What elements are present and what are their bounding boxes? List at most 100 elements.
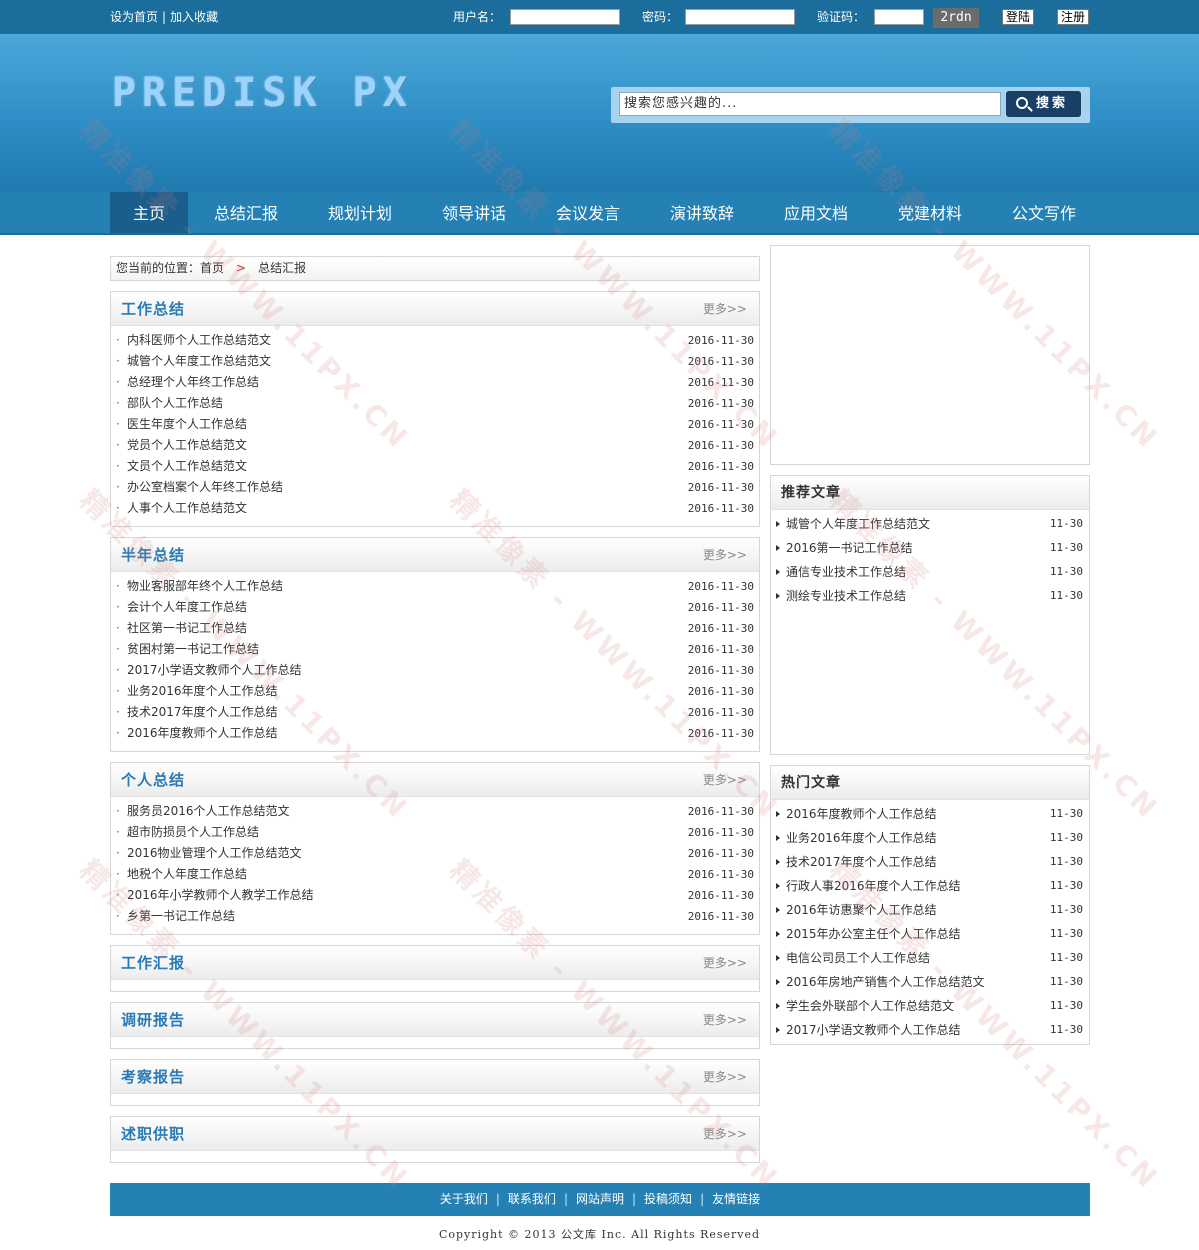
article-link[interactable]: 2017小学语文教师个人工作总结 xyxy=(786,1018,961,1042)
breadcrumb-separator: > xyxy=(236,261,247,275)
footer-link-submission[interactable]: 投稿须知 xyxy=(644,1192,692,1206)
more-link[interactable]: 更多>> xyxy=(703,538,747,572)
nav-item-party-materials[interactable]: 党建材料 xyxy=(884,192,976,233)
nav-item-official-writing[interactable]: 公文写作 xyxy=(998,192,1090,233)
article-date: 11-30 xyxy=(1049,807,1083,820)
article-link[interactable]: 办公室档案个人年终工作总结 xyxy=(127,477,283,498)
article-link[interactable]: 医生年度个人工作总结 xyxy=(127,414,247,435)
password-field[interactable] xyxy=(685,9,795,25)
more-link[interactable]: 更多>> xyxy=(703,1060,747,1094)
section-title[interactable]: 工作总结 xyxy=(121,292,185,326)
section-title[interactable]: 工作汇报 xyxy=(121,946,185,980)
more-link[interactable]: 更多>> xyxy=(703,763,747,797)
more-link[interactable]: 更多>> xyxy=(703,946,747,980)
article-link[interactable]: 党员个人工作总结范文 xyxy=(127,435,247,456)
section-title[interactable]: 述职供职 xyxy=(121,1117,185,1151)
list-item: · 2016年小学教师个人教学工作总结 2016-11-30 xyxy=(116,885,754,906)
login-button[interactable]: 登陆 xyxy=(1002,9,1034,25)
article-link[interactable]: 2016年访惠聚个人工作总结 xyxy=(786,898,937,922)
article-link[interactable]: 2017小学语文教师个人工作总结 xyxy=(127,660,302,681)
article-link[interactable]: 总经理个人年终工作总结 xyxy=(127,372,259,393)
article-link[interactable]: 2015年办公室主任个人工作总结 xyxy=(786,922,961,946)
article-link[interactable]: 2016年度教师个人工作总结 xyxy=(127,723,278,744)
article-link[interactable]: 业务2016年度个人工作总结 xyxy=(786,826,937,850)
footer-link-statement[interactable]: 网站声明 xyxy=(576,1192,624,1206)
more-link[interactable]: 更多>> xyxy=(703,1117,747,1151)
nav-item-planning[interactable]: 规划计划 xyxy=(314,192,406,233)
list-item: · 人事个人工作总结范文 2016-11-30 xyxy=(116,498,754,519)
list-item: 行政人事2016年度个人工作总结 11-30 xyxy=(776,874,1083,898)
list-item: · 乡第一书记工作总结 2016-11-30 xyxy=(116,906,754,927)
article-link[interactable]: 2016第一书记工作总结 xyxy=(786,536,913,560)
article-link[interactable]: 会计个人年度工作总结 xyxy=(127,597,247,618)
footer-link-contact[interactable]: 联系我们 xyxy=(508,1192,556,1206)
nav-item-leader-speech[interactable]: 领导讲话 xyxy=(428,192,520,233)
article-link[interactable]: 文员个人工作总结范文 xyxy=(127,456,247,477)
list-item: · 城管个人年度工作总结范文 2016-11-30 xyxy=(116,351,754,372)
register-button[interactable]: 注册 xyxy=(1057,9,1089,25)
article-link[interactable]: 2016年小学教师个人教学工作总结 xyxy=(127,885,314,906)
article-date: 2016-11-30 xyxy=(687,727,754,740)
section-title[interactable]: 考察报告 xyxy=(121,1060,185,1094)
add-favorite-link[interactable]: 加入收藏 xyxy=(170,10,218,24)
triangle-bullet-icon xyxy=(776,883,780,889)
footer-link-friends[interactable]: 友情链接 xyxy=(712,1192,760,1206)
nav-item-summary[interactable]: 总结汇报 xyxy=(200,192,292,233)
article-link[interactable]: 技术2017年度个人工作总结 xyxy=(127,702,278,723)
breadcrumb-home[interactable]: 首页 xyxy=(200,261,224,275)
username-field[interactable] xyxy=(510,9,620,25)
site-logo[interactable]: PREDISK PX xyxy=(112,70,413,116)
bullet: · xyxy=(116,804,120,818)
section-title[interactable]: 调研报告 xyxy=(121,1003,185,1037)
article-link[interactable]: 行政人事2016年度个人工作总结 xyxy=(786,874,961,898)
set-home-link[interactable]: 设为首页 xyxy=(110,10,158,24)
triangle-bullet-icon xyxy=(776,1003,780,1009)
article-link[interactable]: 乡第一书记工作总结 xyxy=(127,906,235,927)
article-link[interactable]: 贫困村第一书记工作总结 xyxy=(127,639,259,660)
article-link[interactable]: 测绘专业技术工作总结 xyxy=(786,584,906,608)
section-title[interactable]: 半年总结 xyxy=(121,538,185,572)
article-link[interactable]: 超市防损员个人工作总结 xyxy=(127,822,259,843)
article-date: 11-30 xyxy=(1049,855,1083,868)
article-link[interactable]: 电信公司员工个人工作总结 xyxy=(786,946,930,970)
section-header: 调研报告 更多>> xyxy=(111,1003,759,1037)
article-date: 2016-11-30 xyxy=(687,376,754,389)
list-item: 2016年访惠聚个人工作总结 11-30 xyxy=(776,898,1083,922)
article-link[interactable]: 物业客服部年终个人工作总结 xyxy=(127,576,283,597)
article-link[interactable]: 通信专业技术工作总结 xyxy=(786,560,906,584)
section-header: 述职供职 更多>> xyxy=(111,1117,759,1151)
section-half-year-summary: 半年总结 更多>> · 物业客服部年终个人工作总结 2016-11-30 · 会计个人… xyxy=(110,537,760,752)
breadcrumb-current[interactable]: 总结汇报 xyxy=(258,261,306,275)
list-item: · 部队个人工作总结 2016-11-30 xyxy=(116,393,754,414)
article-link[interactable]: 2016物业管理个人工作总结范文 xyxy=(127,843,302,864)
article-link[interactable]: 部队个人工作总结 xyxy=(127,393,223,414)
triangle-bullet-icon xyxy=(776,835,780,841)
search-button[interactable]: 搜索 xyxy=(1006,91,1081,117)
captcha-field[interactable] xyxy=(874,9,924,25)
article-link[interactable]: 学生会外联部个人工作总结范文 xyxy=(786,994,954,1018)
article-link[interactable]: 人事个人工作总结范文 xyxy=(127,498,247,519)
section-header: 个人总结 更多>> xyxy=(111,763,759,797)
search-input[interactable]: 搜索您感兴趣的... xyxy=(619,92,1001,116)
article-link[interactable]: 内科医师个人工作总结范文 xyxy=(127,330,271,351)
article-link[interactable]: 2016年度教师个人工作总结 xyxy=(786,802,937,826)
article-link[interactable]: 服务员2016个人工作总结范文 xyxy=(127,801,290,822)
article-link[interactable]: 地税个人年度工作总结 xyxy=(127,864,247,885)
nav-item-addresses[interactable]: 演讲致辞 xyxy=(656,192,748,233)
section-title[interactable]: 个人总结 xyxy=(121,763,185,797)
article-link[interactable]: 业务2016年度个人工作总结 xyxy=(127,681,278,702)
footer-link-about[interactable]: 关于我们 xyxy=(440,1192,488,1206)
captcha-image[interactable]: 2rdn xyxy=(933,8,979,28)
nav-item-documents[interactable]: 应用文档 xyxy=(770,192,862,233)
article-link[interactable]: 社区第一书记工作总结 xyxy=(127,618,247,639)
more-link[interactable]: 更多>> xyxy=(703,1003,747,1037)
nav-item-meeting-speech[interactable]: 会议发言 xyxy=(542,192,634,233)
article-link[interactable]: 城管个人年度工作总结范文 xyxy=(786,512,930,536)
more-link[interactable]: 更多>> xyxy=(703,292,747,326)
nav-item-home[interactable]: 主页 xyxy=(110,192,188,233)
article-date: 2016-11-30 xyxy=(687,334,754,347)
article-link[interactable]: 技术2017年度个人工作总结 xyxy=(786,850,937,874)
article-date: 2016-11-30 xyxy=(687,418,754,431)
article-link[interactable]: 城管个人年度工作总结范文 xyxy=(127,351,271,372)
article-link[interactable]: 2016年房地产销售个人工作总结范文 xyxy=(786,970,985,994)
